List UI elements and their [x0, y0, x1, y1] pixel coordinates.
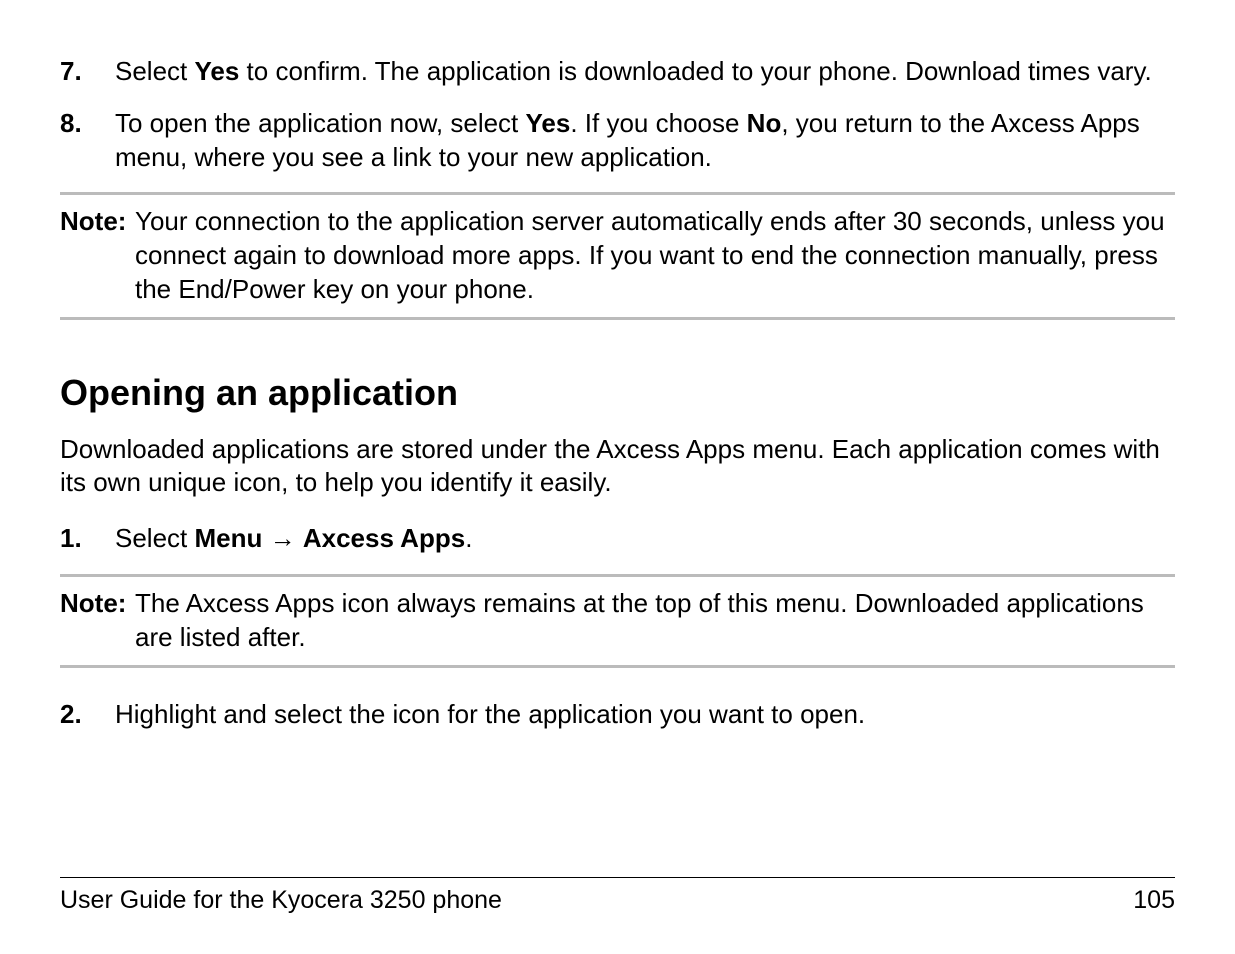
step-item: 8.To open the application now, select Ye…: [60, 107, 1175, 175]
bold-text: Yes: [526, 108, 571, 138]
text: Select: [115, 523, 195, 553]
step-item: 7.Select Yes to confirm. The application…: [60, 55, 1175, 89]
step-marker: 1.: [60, 522, 115, 556]
page-footer: User Guide for the Kyocera 3250 phone 10…: [60, 877, 1175, 917]
note-block-2: Note: The Axcess Apps icon always remain…: [60, 574, 1175, 668]
note-block-1: Note: Your connection to the application…: [60, 192, 1175, 319]
bold-text: Menu: [195, 523, 263, 553]
step-body: Select Yes to confirm. The application i…: [115, 55, 1175, 89]
step-body: To open the application now, select Yes.…: [115, 107, 1175, 175]
step-marker: 8.: [60, 107, 115, 175]
text: Select: [115, 56, 195, 86]
bold-text: Axcess Apps: [303, 523, 465, 553]
step-marker: 7.: [60, 55, 115, 89]
text: to confirm. The application is downloade…: [239, 56, 1151, 86]
note-label: Note:: [60, 587, 135, 655]
text: Highlight and select the icon for the ap…: [115, 699, 865, 729]
step-body: Select Menu → Axcess Apps.: [115, 522, 1175, 556]
steps-first-list: 7.Select Yes to confirm. The application…: [60, 55, 1175, 174]
text: .: [465, 523, 472, 553]
bold-text: No: [747, 108, 782, 138]
step-1: 1. Select Menu → Axcess Apps.: [60, 522, 1175, 556]
footer-title: User Guide for the Kyocera 3250 phone: [60, 884, 502, 917]
text: To open the application now, select: [115, 108, 526, 138]
note-label: Note:: [60, 205, 135, 306]
page-number: 105: [1133, 884, 1175, 917]
section-heading: Opening an application: [60, 370, 1175, 417]
section-paragraph: Downloaded applications are stored under…: [60, 433, 1175, 501]
text: . If you choose: [570, 108, 746, 138]
bold-text: Yes: [195, 56, 240, 86]
step-body: Highlight and select the icon for the ap…: [115, 698, 1175, 732]
step-marker: 2.: [60, 698, 115, 732]
note-body: Your connection to the application serve…: [135, 205, 1175, 306]
step-2: 2. Highlight and select the icon for the…: [60, 698, 1175, 732]
text: →: [262, 523, 302, 553]
note-body: The Axcess Apps icon always remains at t…: [135, 587, 1175, 655]
